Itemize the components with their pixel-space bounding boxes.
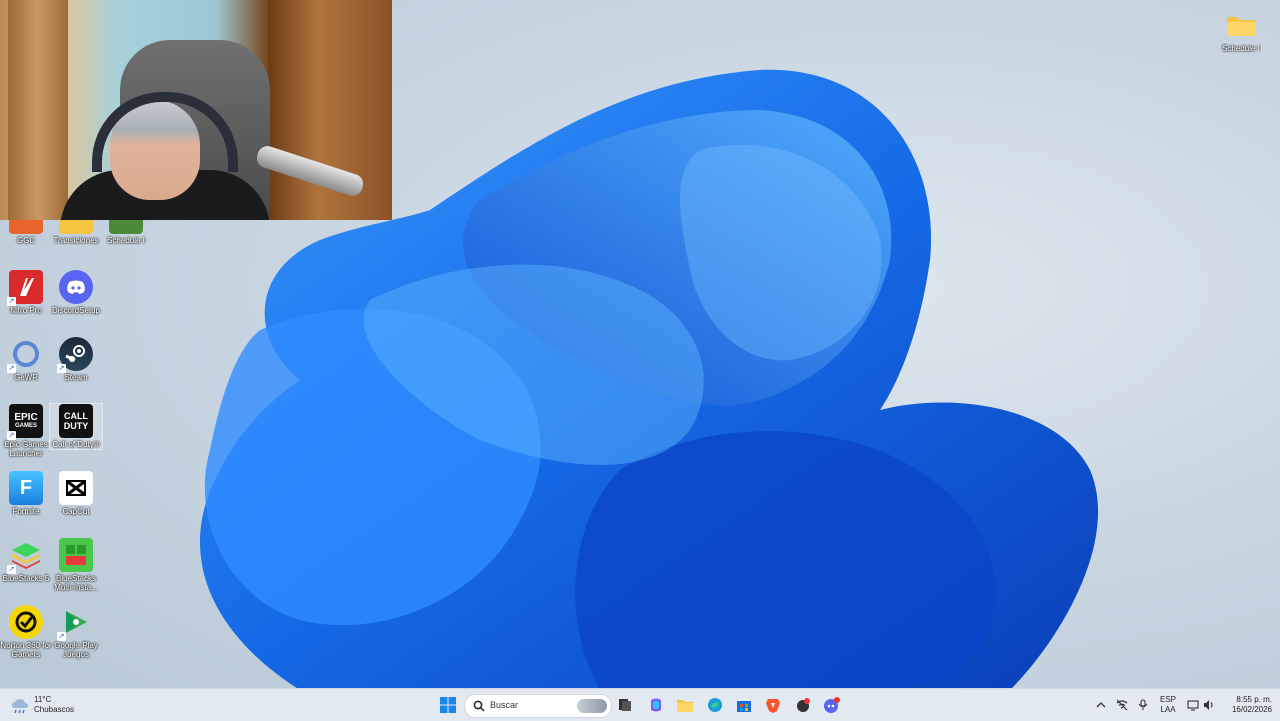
volume-icon xyxy=(1204,700,1213,710)
desktop-icon-bluestacks[interactable]: ↗ BlueStacks 5 xyxy=(0,538,52,583)
steam-icon: ↗ xyxy=(57,337,93,373)
desktop-icon-steam[interactable]: ↗ Steam xyxy=(50,337,102,382)
network-tray-button[interactable] xyxy=(1111,695,1133,715)
edge-button[interactable] xyxy=(704,695,726,715)
search-icon xyxy=(473,700,485,712)
discord-icon xyxy=(824,697,840,713)
search-highlight-graphic xyxy=(577,699,607,713)
language-indicator[interactable]: ESP LAA xyxy=(1157,695,1179,715)
task-view-icon xyxy=(619,699,631,711)
weather-icon xyxy=(12,699,28,714)
epic-games-icon: EPIC GAMES ↗ xyxy=(7,404,43,440)
bluestacks-icon: ↗ xyxy=(7,538,43,574)
network-icon xyxy=(1116,699,1128,711)
microphone-icon xyxy=(1138,699,1148,710)
folder-icon xyxy=(59,220,93,234)
desktop-icon-epic-games[interactable]: EPIC GAMES ↗ Epic Games Launcher xyxy=(0,404,52,458)
discord-icon xyxy=(59,270,93,304)
desktop-icon-schedule[interactable]: Schedule I xyxy=(100,220,152,245)
edge-icon xyxy=(708,698,722,712)
copilot-button[interactable] xyxy=(645,695,667,715)
ggc-icon xyxy=(9,220,43,234)
norton-icon xyxy=(9,605,43,639)
search-box[interactable]: Buscar xyxy=(464,694,612,718)
game-icon xyxy=(109,220,143,234)
desktop-icon-ggc[interactable]: GGC xyxy=(0,220,52,245)
desktop-icon-capcut[interactable]: CapCut xyxy=(50,471,102,516)
fortnite-icon: F xyxy=(9,471,43,505)
webcam-overlay xyxy=(0,0,392,220)
desktop-icon-fortnite[interactable]: F Fortnite xyxy=(0,471,52,516)
brave-button[interactable] xyxy=(762,695,784,715)
capcut-icon xyxy=(59,471,93,505)
desktop-icon-discord-setup[interactable]: DiscordSetup xyxy=(50,270,102,315)
discord-taskbar-button[interactable] xyxy=(821,695,843,715)
desktop-icon-schedule-folder[interactable]: Schedule I xyxy=(1215,8,1267,53)
desktop-icon-call-of-duty[interactable]: CALL DUTY Call of Duty® xyxy=(49,403,103,450)
desktop-icon-transiciones[interactable]: Transiciones xyxy=(50,220,102,245)
nitro-pro-icon: ↗ xyxy=(7,270,43,306)
desktop-icon-google-play-games[interactable]: ↗ Google Play Juegos xyxy=(50,605,102,659)
desktop-icon-norton[interactable]: Norton 360 for Gamers xyxy=(0,605,52,659)
webcam-door xyxy=(8,0,68,220)
desktop-icon-gewr[interactable]: ↗ GeWR xyxy=(0,337,52,382)
clock[interactable]: 8:55 p. m. 16/02/2026 xyxy=(1222,695,1272,715)
volume-tray-button[interactable] xyxy=(1198,695,1220,715)
copilot-icon xyxy=(651,698,661,712)
app-icon xyxy=(797,698,810,712)
microphone-tray-button[interactable] xyxy=(1132,695,1154,715)
store-button[interactable] xyxy=(733,695,755,715)
bluestacks-multi-icon xyxy=(59,538,93,572)
google-play-games-icon: ↗ xyxy=(57,605,93,641)
windows-start-icon xyxy=(440,697,456,713)
start-button[interactable] xyxy=(437,695,459,715)
file-explorer-button[interactable] xyxy=(674,695,696,715)
call-of-duty-icon: CALL DUTY xyxy=(59,404,93,438)
desktop-icon-bluestacks-multi[interactable]: BlueStacks Multi-Insta... xyxy=(50,538,102,592)
taskbar: 11°C Chubascos Buscar ESP LAA 8:55 p. m.… xyxy=(0,688,1280,721)
desktop-icon-nitro-pro[interactable]: ↗ Nitro Pro xyxy=(0,270,52,315)
folder-icon xyxy=(1224,8,1258,42)
folder-icon xyxy=(677,700,693,712)
store-icon xyxy=(737,701,751,712)
app-button[interactable] xyxy=(792,695,814,715)
chevron-up-icon xyxy=(1096,702,1106,708)
show-hidden-icons-button[interactable] xyxy=(1090,695,1112,715)
gewr-icon: ↗ xyxy=(7,337,43,373)
brave-icon xyxy=(766,699,780,713)
task-view-button[interactable] xyxy=(614,695,636,715)
